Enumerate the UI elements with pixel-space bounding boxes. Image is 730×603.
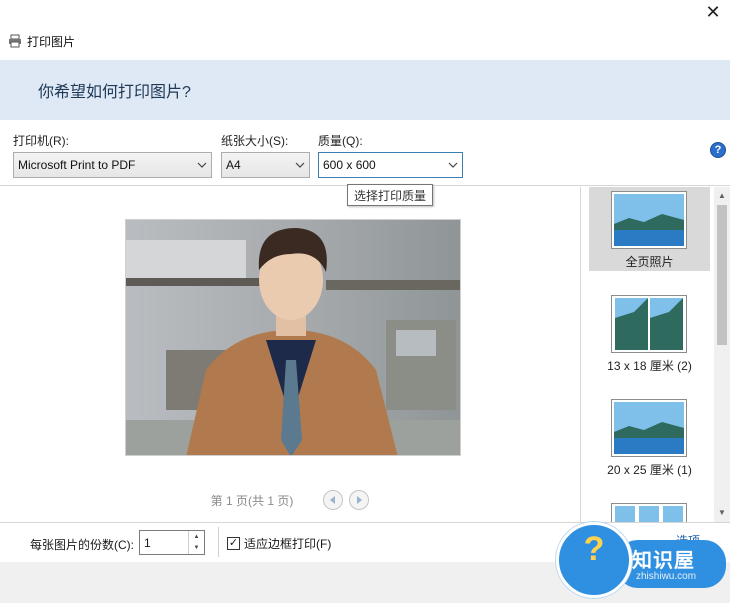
printer-label: 打印机(R):	[13, 134, 69, 148]
layout-item-13x18[interactable]: 13 x 18 厘米 (2)	[589, 291, 710, 375]
scroll-down-icon[interactable]: ▼	[714, 504, 730, 520]
scroll-up-icon[interactable]: ▲	[714, 187, 730, 203]
layout-scrollbar[interactable]: ▲ ▼	[714, 187, 730, 522]
page-indicator: 第 1 页(共 1 页)	[210, 493, 294, 508]
layout-item-partial[interactable]	[589, 499, 710, 522]
printer-icon	[9, 34, 21, 48]
fit-to-frame-label: 适应边框打印(F)	[244, 537, 332, 551]
help-icon[interactable]: ?	[710, 142, 726, 158]
chevron-down-icon	[291, 153, 309, 177]
quality-select[interactable]: 600 x 600	[318, 152, 463, 178]
pager: 第 1 页(共 1 页)	[0, 490, 580, 510]
printer-select[interactable]: Microsoft Print to PDF	[13, 152, 212, 178]
copies-value[interactable]: 1	[140, 531, 188, 554]
watermark-logo: ? 知识屋 zhishiwu.com	[556, 520, 730, 603]
layout-item-full-page[interactable]: 全页照片	[589, 187, 710, 271]
divider	[218, 527, 219, 557]
layout-item-20x25[interactable]: 20 x 25 厘米 (1)	[589, 395, 710, 479]
chevron-down-icon	[444, 153, 462, 177]
layout-list: 全页照片 13 x 18 厘米 (2) 20 x 25 厘米 (1) ▲ ▼	[580, 187, 730, 522]
paper-size-select[interactable]: A4	[221, 152, 310, 178]
watermark-url: zhishiwu.com	[636, 571, 697, 582]
layout-caption: 全页照片	[625, 255, 674, 269]
scrollbar-thumb[interactable]	[717, 205, 727, 345]
header-banner: 你希望如何打印图片?	[0, 60, 730, 120]
print-settings: 打印机(R): Microsoft Print to PDF 纸张大小(S): …	[0, 120, 730, 186]
layout-thumbnail	[611, 295, 687, 353]
printer-value: Microsoft Print to PDF	[18, 158, 136, 172]
chevron-down-icon	[193, 153, 211, 177]
page-question: 你希望如何打印图片?	[38, 84, 191, 101]
checkmark-icon[interactable]: ✓	[227, 537, 240, 550]
next-page-button[interactable]	[349, 490, 370, 510]
chevron-right-icon	[357, 496, 363, 504]
quality-tooltip: 选择打印质量	[347, 184, 434, 206]
photo-preview	[125, 219, 461, 456]
question-icon: ?	[583, 530, 605, 568]
close-button[interactable]: ✕	[702, 2, 724, 24]
quality-label: 质量(Q):	[318, 134, 363, 148]
watermark-brand: 知识屋	[632, 550, 695, 572]
chevron-left-icon	[330, 496, 336, 504]
copies-stepper[interactable]: 1 ▲ ▼	[139, 530, 205, 555]
layout-caption: 13 x 18 厘米 (2)	[607, 359, 692, 373]
paper-size-label: 纸张大小(S):	[221, 134, 289, 148]
title-bar: 打印图片	[0, 26, 730, 56]
copies-label: 每张图片的份数(C):	[30, 538, 134, 552]
layout-thumbnail	[611, 191, 687, 249]
window-title: 打印图片	[27, 34, 76, 49]
prev-page-button[interactable]	[323, 490, 344, 510]
print-preview: 第 1 页(共 1 页)	[0, 187, 580, 522]
decrement-icon[interactable]: ▼	[189, 543, 204, 555]
layout-thumbnail	[611, 399, 687, 457]
layout-caption: 20 x 25 厘米 (1)	[607, 463, 692, 477]
increment-icon[interactable]: ▲	[189, 531, 204, 543]
paper-size-value: A4	[226, 158, 241, 172]
fit-to-frame-checkbox[interactable]: ✓ 适应边框打印(F)	[227, 535, 331, 552]
quality-value: 600 x 600	[323, 158, 376, 172]
